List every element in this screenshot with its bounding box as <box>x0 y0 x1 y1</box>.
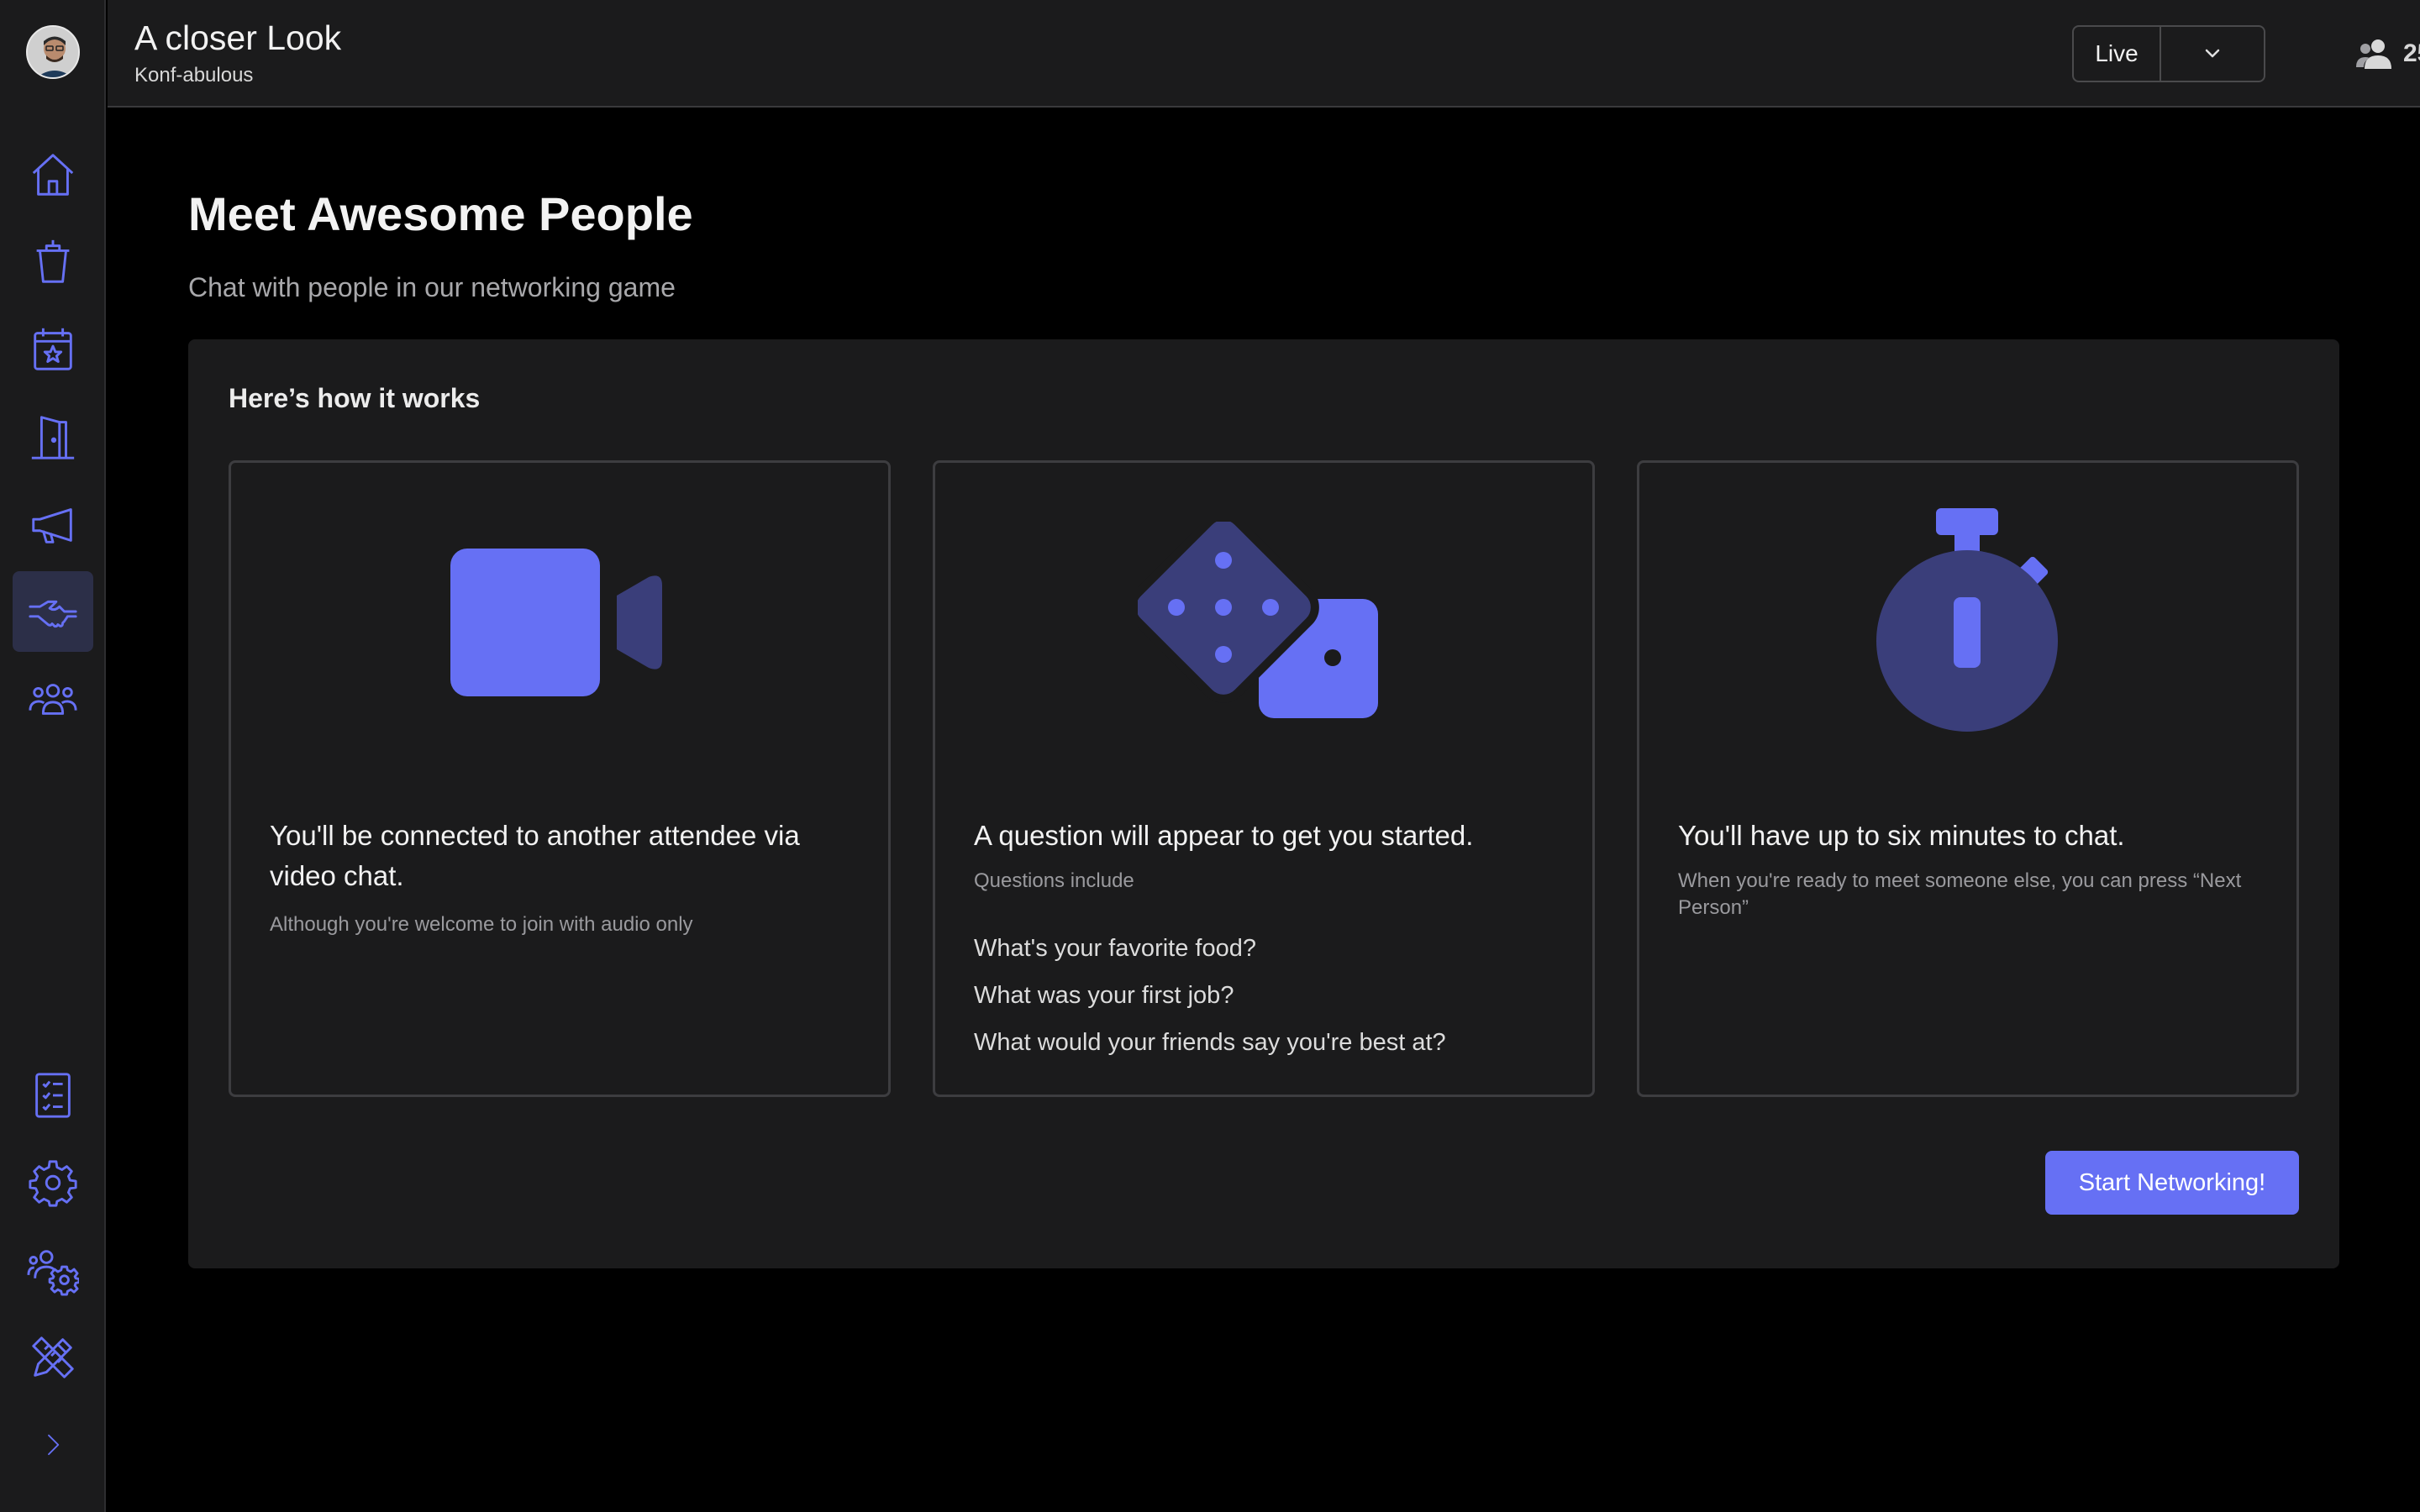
panel-title: Here’s how it works <box>229 383 481 413</box>
card-heading: A question will appear to get you starte… <box>974 820 1474 851</box>
group-icon <box>29 684 77 715</box>
gear-icon <box>29 1160 77 1207</box>
top-bar: A closer Look Konf-abulous Live 25 <box>108 0 2420 108</box>
card-heading: You'll have up to six minutes to chat. <box>1678 820 2125 851</box>
status-select[interactable]: Live <box>2072 25 2265 82</box>
how-it-works-panel: Here’s how it works You'll be connected … <box>188 339 2339 1268</box>
event-title: A closer Look <box>134 18 342 57</box>
sidebar-item-agenda[interactable] <box>13 1055 93 1136</box>
sidebar-item-home[interactable] <box>13 134 93 215</box>
sidebar-item-people[interactable] <box>13 659 93 739</box>
door-icon <box>31 416 75 459</box>
chevron-down-icon <box>2205 49 2220 58</box>
sidebar-item-schedule[interactable] <box>13 309 93 390</box>
status-select-toggle[interactable] <box>2161 27 2264 81</box>
user-avatar[interactable] <box>26 25 80 79</box>
card-note: Questions include <box>974 869 1134 892</box>
sidebar-item-announcements[interactable] <box>13 484 93 564</box>
cup-icon <box>36 239 70 283</box>
chevron-right-icon <box>48 1434 60 1456</box>
pencil-ruler-icon <box>32 1336 74 1378</box>
home-icon <box>32 154 74 196</box>
stopwatch-icon <box>1876 508 2058 732</box>
sidebar-item-lounge[interactable] <box>13 222 93 302</box>
card-note: Although you're welcome to join with aud… <box>270 913 693 936</box>
checklist-icon <box>35 1073 71 1118</box>
attendee-counter[interactable]: 25 <box>2354 37 2420 71</box>
sidebar-expand-button[interactable] <box>13 1404 93 1485</box>
question-list: What's your favorite food? What was your… <box>974 925 1559 1066</box>
dice-icon <box>1138 522 1378 718</box>
attendees-icon <box>2356 39 2391 69</box>
page-subtitle: Chat with people in our networking game <box>188 272 676 302</box>
status-select-value[interactable]: Live <box>2074 27 2161 81</box>
sidebar <box>0 0 106 1512</box>
event-subtitle: Konf-abulous <box>134 64 254 87</box>
card-heading: You'll be connected to another attendee … <box>270 820 800 891</box>
people-gear-icon <box>27 1250 79 1296</box>
sidebar-item-people-settings[interactable] <box>13 1230 93 1310</box>
sidebar-item-networking[interactable] <box>13 571 93 652</box>
video-chat-card: You'll be connected to another attendee … <box>229 460 891 1097</box>
calendar-star-icon <box>34 328 72 370</box>
attendee-count: 25 <box>2403 39 2420 67</box>
sidebar-item-settings[interactable] <box>13 1142 93 1223</box>
handshake-icon <box>29 600 77 628</box>
question-card: A question will appear to get you starte… <box>933 460 1595 1097</box>
avatar-image-icon <box>28 27 78 77</box>
timer-card: You'll have up to six minutes to chat. W… <box>1637 460 2299 1097</box>
start-networking-button[interactable]: Start Networking! <box>2045 1151 2299 1215</box>
sidebar-item-rooms[interactable] <box>13 396 93 477</box>
sidebar-item-design[interactable] <box>13 1317 93 1398</box>
video-camera-icon <box>450 549 662 696</box>
megaphone-icon <box>32 508 72 543</box>
list-item: What was your first job? <box>974 982 1234 1009</box>
page-title: Meet Awesome People <box>188 187 693 240</box>
card-note: When you're ready to meet someone else, … <box>1678 869 2242 919</box>
list-item: What's your favorite food? <box>974 935 1256 962</box>
list-item: What would your friends say you're best … <box>974 1029 1446 1056</box>
